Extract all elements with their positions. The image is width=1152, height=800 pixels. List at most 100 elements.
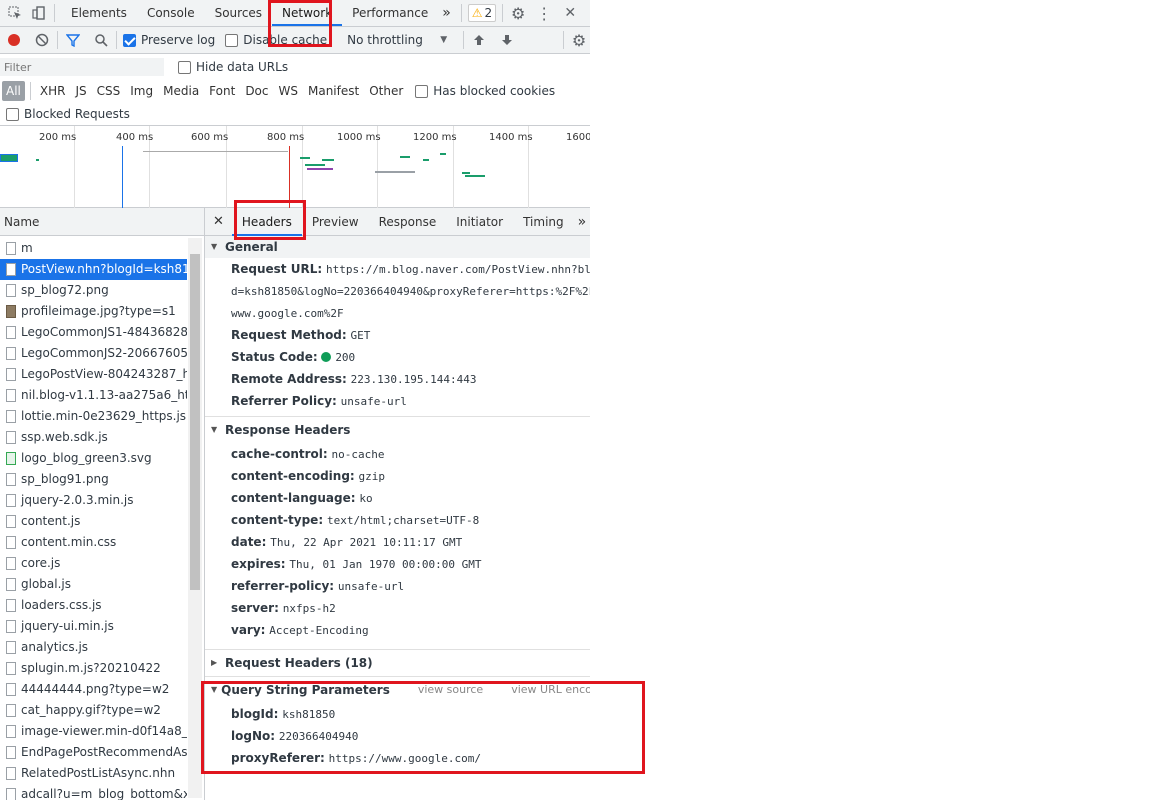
- filter-input[interactable]: [0, 58, 164, 76]
- request-row-selected[interactable]: PostView.nhn?blogId=ksh81850: [0, 259, 187, 280]
- tab-response[interactable]: Response: [369, 208, 447, 236]
- file-icon: [6, 389, 16, 402]
- import-har-icon[interactable]: [470, 31, 488, 49]
- request-row[interactable]: lottie.min-0e23629_https.js: [0, 406, 187, 427]
- tab-console[interactable]: Console: [137, 0, 205, 26]
- request-name: core.js: [21, 556, 61, 570]
- tab-initiator[interactable]: Initiator: [446, 208, 513, 236]
- file-icon: [6, 788, 16, 800]
- checkbox-checked[interactable]: [123, 33, 136, 47]
- filter-manifest[interactable]: Manifest: [304, 81, 363, 101]
- request-row[interactable]: LegoCommonJS2-2066760524_: [0, 343, 187, 364]
- filter-js[interactable]: JS: [71, 81, 90, 101]
- tab-timing[interactable]: Timing: [513, 208, 574, 236]
- throttling-select[interactable]: No throttling ▼: [347, 33, 447, 47]
- record-icon[interactable]: [5, 31, 23, 49]
- file-icon: [6, 494, 16, 507]
- request-row[interactable]: core.js: [0, 553, 187, 574]
- remote-address-row: Remote Address: 223.130.195.144:443: [205, 368, 590, 390]
- request-row[interactable]: logo_blog_green3.svg: [0, 448, 187, 469]
- scrollbar-thumb[interactable]: [190, 254, 200, 590]
- timeline-tick: 1600: [566, 132, 590, 143]
- request-row[interactable]: content.js: [0, 511, 187, 532]
- tab-sources[interactable]: Sources: [205, 0, 272, 26]
- request-name: ssp.web.sdk.js: [21, 430, 108, 444]
- hide-data-urls-checkbox[interactable]: Hide data URLs: [178, 60, 288, 74]
- settings-gear-icon[interactable]: ⚙: [509, 4, 527, 23]
- timeline-overview[interactable]: 200 ms 400 ms 600 ms 800 ms 1000 ms 1200…: [0, 126, 590, 208]
- request-row[interactable]: jquery-2.0.3.min.js: [0, 490, 187, 511]
- request-row[interactable]: nil.blog-v1.1.13-aa275a6_https.: [0, 385, 187, 406]
- preserve-log-checkbox[interactable]: Preserve log: [123, 33, 215, 47]
- request-row[interactable]: ssp.web.sdk.js: [0, 427, 187, 448]
- request-row[interactable]: profileimage.jpg?type=s1: [0, 301, 187, 322]
- export-har-icon[interactable]: [498, 31, 516, 49]
- request-row[interactable]: sp_blog91.png: [0, 469, 187, 490]
- filter-ws[interactable]: WS: [275, 81, 302, 101]
- request-row[interactable]: jquery-ui.min.js: [0, 616, 187, 637]
- file-icon: [6, 767, 16, 780]
- checkbox-unchecked[interactable]: [225, 33, 239, 47]
- filter-all[interactable]: All: [2, 81, 25, 101]
- request-row[interactable]: image-viewer.min-d0f14a8_http: [0, 721, 187, 742]
- request-list-scrollbar[interactable]: [188, 238, 202, 798]
- filter-font[interactable]: Font: [205, 81, 239, 101]
- inspect-element-icon[interactable]: [6, 4, 24, 22]
- timeline-bar: [423, 159, 429, 161]
- filter-css[interactable]: CSS: [93, 81, 125, 101]
- search-icon[interactable]: [92, 31, 110, 49]
- request-row[interactable]: 44444444.png?type=w2: [0, 679, 187, 700]
- name-column-header[interactable]: Name: [0, 208, 204, 236]
- filter-img[interactable]: Img: [126, 81, 157, 101]
- request-url-row-cont: d=ksh81850&logNo=220366404940&proxyRefer…: [205, 280, 590, 302]
- checkbox-unchecked[interactable]: [178, 60, 191, 74]
- network-settings-gear-icon[interactable]: ⚙: [570, 31, 588, 50]
- request-headers-section-header[interactable]: ▶ Request Headers (18): [205, 650, 590, 676]
- request-row[interactable]: loaders.css.js: [0, 595, 187, 616]
- close-detail-icon[interactable]: ✕: [205, 208, 232, 236]
- close-icon[interactable]: ✕: [561, 4, 579, 22]
- request-row[interactable]: LegoCommonJS1-48436828_ht: [0, 322, 187, 343]
- response-header-row: content-language: ko: [205, 487, 590, 509]
- filter-media[interactable]: Media: [159, 81, 203, 101]
- divider: [29, 82, 31, 100]
- request-row[interactable]: global.js: [0, 574, 187, 595]
- filter-other[interactable]: Other: [365, 81, 407, 101]
- file-icon: [6, 599, 16, 612]
- request-row[interactable]: RelatedPostListAsync.nhn: [0, 763, 187, 784]
- warnings-badge[interactable]: ⚠ 2: [467, 4, 497, 22]
- request-name: content.min.css: [21, 535, 117, 549]
- preserve-log-label: Preserve log: [141, 33, 216, 47]
- header-key: server:: [231, 601, 279, 615]
- request-row[interactable]: LegoPostView-804243287_http: [0, 364, 187, 385]
- dom-content-loaded-line: [122, 146, 123, 208]
- request-row[interactable]: m: [0, 238, 187, 259]
- more-tabs-button[interactable]: »: [438, 0, 455, 26]
- request-row[interactable]: adcall?u=m_blog_bottom&xdic: [0, 784, 187, 800]
- response-headers-section-header[interactable]: ▼ Response Headers: [205, 417, 590, 443]
- tab-performance[interactable]: Performance: [342, 0, 438, 26]
- more-options-icon[interactable]: ⋮: [535, 4, 553, 23]
- request-row[interactable]: EndPagePostRecommendAsync: [0, 742, 187, 763]
- checkbox-unchecked[interactable]: [415, 84, 429, 98]
- tab-elements[interactable]: Elements: [61, 0, 137, 26]
- filter-icon[interactable]: [64, 31, 82, 49]
- image-icon: [6, 305, 16, 318]
- header-key: date:: [231, 535, 267, 549]
- more-detail-tabs-button[interactable]: »: [574, 208, 590, 236]
- filter-xhr[interactable]: XHR: [36, 81, 70, 101]
- device-toolbar-icon[interactable]: [30, 4, 48, 22]
- request-row[interactable]: analytics.js: [0, 637, 187, 658]
- request-row[interactable]: sp_blog72.png: [0, 280, 187, 301]
- tab-preview[interactable]: Preview: [302, 208, 369, 236]
- has-blocked-cookies-checkbox[interactable]: Has blocked cookies: [415, 84, 555, 98]
- referrer-policy-row: Referrer Policy: unsafe-url: [205, 390, 590, 412]
- filter-doc[interactable]: Doc: [241, 81, 272, 101]
- request-row[interactable]: content.min.css: [0, 532, 187, 553]
- request-row[interactable]: splugin.m.js?20210422: [0, 658, 187, 679]
- checkbox-unchecked[interactable]: [6, 107, 19, 121]
- clear-icon[interactable]: [33, 31, 51, 49]
- request-url-row-cont: www.google.com%2F: [205, 302, 590, 324]
- blocked-requests-checkbox[interactable]: Blocked Requests: [6, 107, 130, 121]
- request-row[interactable]: cat_happy.gif?type=w2: [0, 700, 187, 721]
